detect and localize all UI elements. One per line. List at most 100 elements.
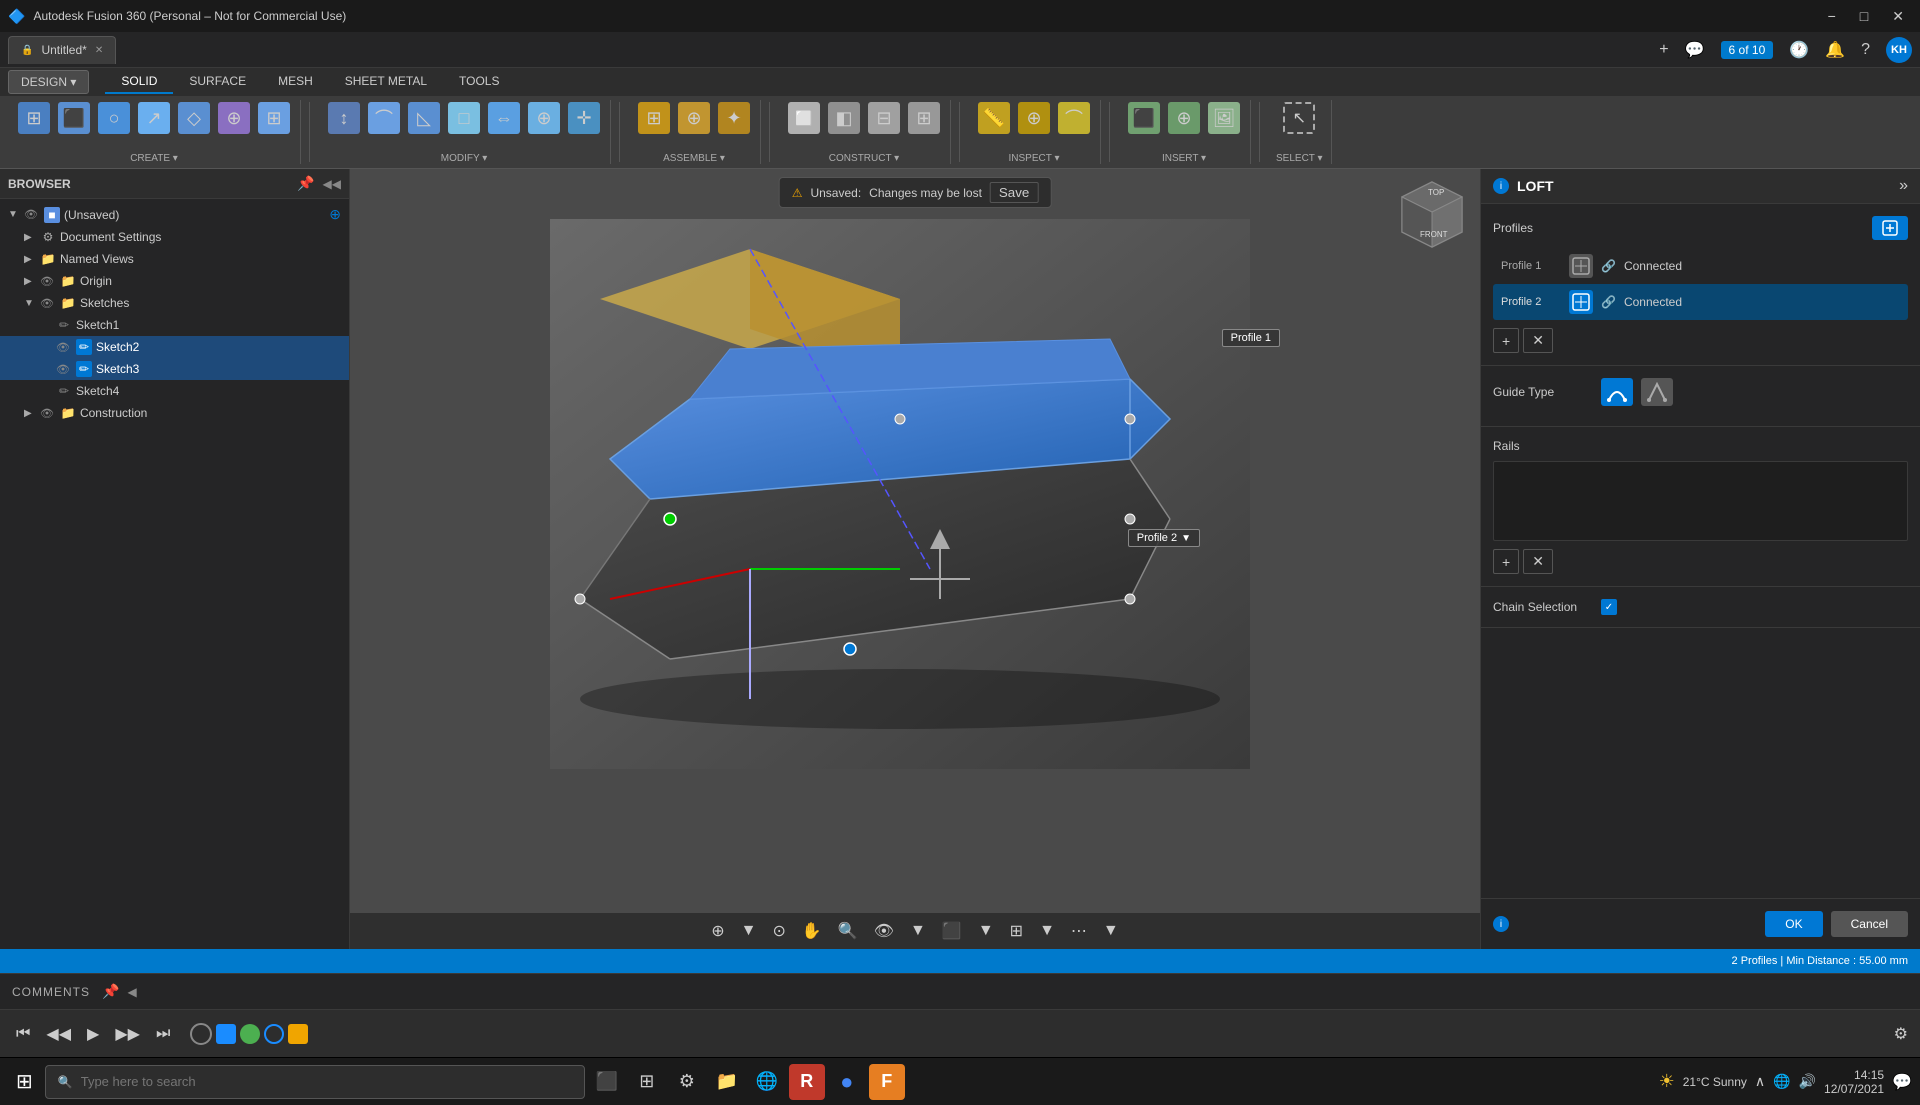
combine-btn[interactable]: ⊕ (526, 100, 562, 136)
plane-at-angle-btn[interactable]: ◧ (826, 100, 862, 136)
timeline-filter-icon[interactable] (190, 1023, 212, 1045)
interference-btn[interactable]: ⊕ (1016, 100, 1052, 136)
tree-item-origin[interactable]: ▶ 👁 📁 Origin (0, 270, 349, 292)
eye-icon-origin[interactable]: 👁 (40, 275, 54, 288)
browser-pin-button[interactable]: 📌 (297, 175, 314, 192)
cancel-button[interactable]: Cancel (1831, 911, 1908, 937)
inspect-label[interactable]: INSPECT ▾ (1009, 153, 1060, 164)
viewport-look-btn[interactable]: 👁 (868, 917, 900, 945)
insert-label[interactable]: INSERT ▾ (1162, 153, 1206, 164)
select-btn[interactable]: ↖ (1281, 100, 1317, 136)
chamfer-btn[interactable]: ◺ (406, 100, 442, 136)
extrude-btn[interactable]: ⬛ (56, 100, 92, 136)
viewport-view-btn[interactable]: ▼ (735, 918, 763, 944)
app-r-button[interactable]: R (789, 1064, 825, 1100)
close-tab-button[interactable]: ✕ (95, 45, 103, 56)
profile2-row[interactable]: Profile 2 🔗 Connected (1493, 284, 1908, 320)
notification-button[interactable]: 💬 (1892, 1072, 1912, 1092)
guide-type-btn1[interactable] (1601, 378, 1633, 406)
insert-mesh-btn[interactable]: ⬛ (1126, 100, 1162, 136)
loft-expand-button[interactable]: » (1899, 177, 1908, 195)
tree-item-sketch4[interactable]: ✏ Sketch4 (0, 380, 349, 402)
browser-collapse-button[interactable]: ◀◀ (323, 175, 341, 192)
volume-icon[interactable]: 🔊 (1799, 1073, 1816, 1090)
viewport[interactable]: ⚠ Unsaved: Changes may be lost Save (350, 169, 1480, 949)
timeline-end-btn[interactable]: ⏭ (152, 1021, 174, 1047)
tab-solid[interactable]: SOLID (105, 70, 173, 94)
add-rail-button[interactable]: + (1493, 549, 1519, 574)
loft-btn[interactable]: ◇ (176, 100, 212, 136)
viewport-more-btn[interactable]: ⋯ (1065, 917, 1093, 945)
design-button[interactable]: DESIGN ▾ (8, 70, 89, 94)
widgets-button[interactable]: ⊞ (629, 1064, 665, 1100)
tab-surface[interactable]: SURFACE (173, 70, 262, 94)
tree-item-sketch3[interactable]: 👁 ✏ Sketch3 (0, 358, 349, 380)
help-button[interactable]: ? (1861, 41, 1870, 59)
create-label[interactable]: CREATE ▾ (130, 153, 178, 164)
orientation-cube[interactable]: TOP FRONT (1392, 177, 1472, 257)
add-profile-button[interactable]: + (1493, 328, 1519, 353)
comments-collapse-button[interactable]: ◀ (127, 985, 136, 999)
chain-selection-checkbox[interactable]: ✓ (1601, 599, 1617, 615)
add-component-icon[interactable]: ⊕ (329, 206, 341, 223)
curvature-btn[interactable]: ⌒ (1056, 100, 1092, 136)
press-pull-btn[interactable]: ↕ (326, 100, 362, 136)
construct-label[interactable]: CONSTRUCT ▾ (829, 153, 899, 164)
eye-icon-sketch2[interactable]: 👁 (56, 341, 70, 354)
app-f-button[interactable]: F (869, 1064, 905, 1100)
tree-item-construction[interactable]: ▶ 👁 📁 Construction (0, 402, 349, 424)
remove-rail-button[interactable]: ✕ (1523, 549, 1553, 574)
guide-type-btn2[interactable] (1641, 378, 1673, 406)
rib-btn[interactable]: ⊕ (216, 100, 252, 136)
sweep-btn[interactable]: ↗ (136, 100, 172, 136)
close-button[interactable]: ✕ (1884, 6, 1912, 27)
viewport-orbit-btn[interactable]: ⊙ (766, 917, 791, 945)
timeline-settings-button[interactable]: ⚙ (1894, 1024, 1908, 1044)
profile2-arrow[interactable]: ▼ (1181, 533, 1191, 544)
loft-footer-info-icon[interactable]: i (1493, 916, 1509, 932)
search-input[interactable] (81, 1074, 572, 1089)
viewport-grid-btn2[interactable]: ▼ (1033, 918, 1061, 944)
tree-item-named-views[interactable]: ▶ 📁 Named Views (0, 248, 349, 270)
profile1-row[interactable]: Profile 1 🔗 Connected (1493, 248, 1908, 284)
remove-profile-button[interactable]: ✕ (1523, 328, 1553, 353)
chrome-button[interactable]: ● (829, 1064, 865, 1100)
measure-btn[interactable]: 📏 (976, 100, 1012, 136)
minimize-button[interactable]: − (1820, 6, 1844, 26)
comments-pin-button[interactable]: 📌 (102, 983, 119, 1000)
tree-item-sketch1[interactable]: ✏ Sketch1 (0, 314, 349, 336)
settings-taskbar-button[interactable]: ⚙ (669, 1064, 705, 1100)
network-icon[interactable]: 🌐 (1773, 1073, 1790, 1090)
tab-tools[interactable]: TOOLS (443, 70, 515, 94)
maximize-button[interactable]: □ (1852, 6, 1876, 26)
ok-button[interactable]: OK (1765, 911, 1822, 937)
files-button[interactable]: 📁 (709, 1064, 745, 1100)
viewport-display-btn2[interactable]: ▼ (972, 918, 1000, 944)
profile-selector-button[interactable] (1872, 216, 1908, 240)
user-avatar[interactable]: KH (1886, 37, 1912, 63)
document-tab[interactable]: 🔒 Untitled* ✕ (8, 36, 116, 64)
taskbar-clock[interactable]: 14:15 12/07/2021 (1824, 1068, 1884, 1096)
clock-icon[interactable]: 🕐 (1789, 40, 1809, 60)
taskview-button[interactable]: ⬛ (589, 1064, 625, 1100)
eye-icon-sketches[interactable]: 👁 (40, 297, 54, 310)
viewport-pan-btn[interactable]: ✋ (796, 917, 828, 945)
add-tab-button[interactable]: + (1659, 41, 1668, 59)
timeline-play-btn[interactable]: ▶ (83, 1020, 103, 1048)
viewport-display-btn[interactable]: ⬛ (936, 917, 968, 945)
viewport-more-btn2[interactable]: ▼ (1097, 918, 1125, 944)
viewport-home-btn[interactable]: ⊕ (705, 917, 730, 945)
new-component-btn[interactable]: ⊞ (16, 100, 52, 136)
joint-btn[interactable]: ⊞ (636, 100, 672, 136)
assemble-label[interactable]: ASSEMBLE ▾ (663, 153, 725, 164)
web-btn[interactable]: ⊞ (256, 100, 292, 136)
tab-mesh[interactable]: MESH (262, 70, 329, 94)
start-button[interactable]: ⊞ (8, 1065, 41, 1098)
scale-btn[interactable]: ⇔ (486, 100, 522, 136)
bell-icon[interactable]: 🔔 (1825, 40, 1845, 60)
midplane-btn[interactable]: ⊟ (866, 100, 902, 136)
insert-svg-btn[interactable]: ⊕ (1166, 100, 1202, 136)
select-label[interactable]: SELECT ▾ (1276, 153, 1323, 164)
move-btn[interactable]: ✛ (566, 100, 602, 136)
chat-button[interactable]: 💬 (1685, 40, 1705, 60)
